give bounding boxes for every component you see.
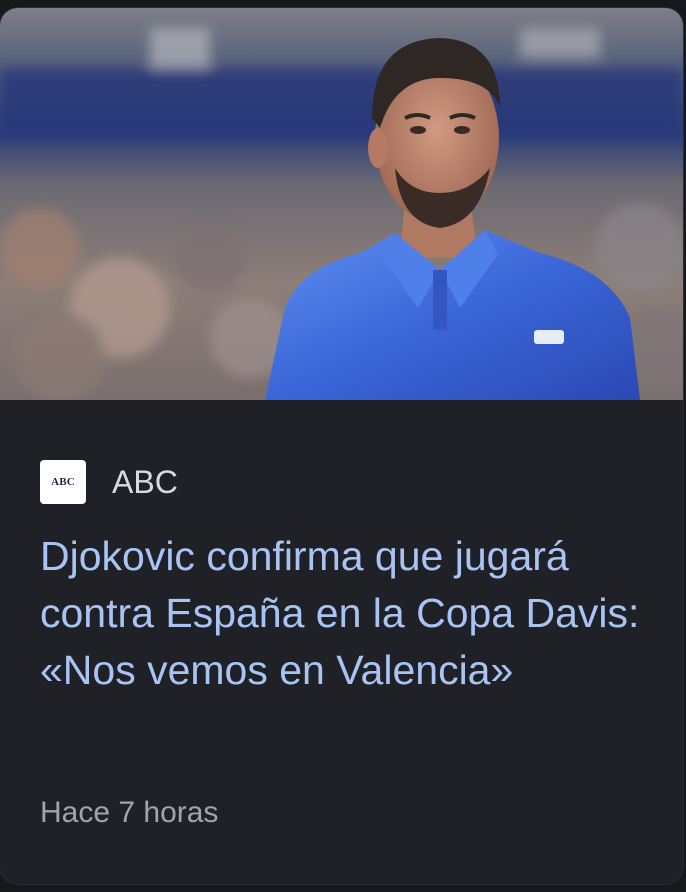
source-logo-text: ABC [51,476,75,488]
source-name: ABC [112,463,178,500]
source-row[interactable]: ABC ABC [40,460,178,504]
news-card[interactable]: ABC ABC Djokovic confirma que jugará con… [0,8,683,884]
article-image[interactable] [0,8,683,400]
player-photo [0,8,683,400]
source-logo: ABC [40,460,86,504]
article-timestamp: Hace 7 horas [40,796,219,829]
article-headline[interactable]: Djokovic confirma que jugará contra Espa… [40,528,650,699]
